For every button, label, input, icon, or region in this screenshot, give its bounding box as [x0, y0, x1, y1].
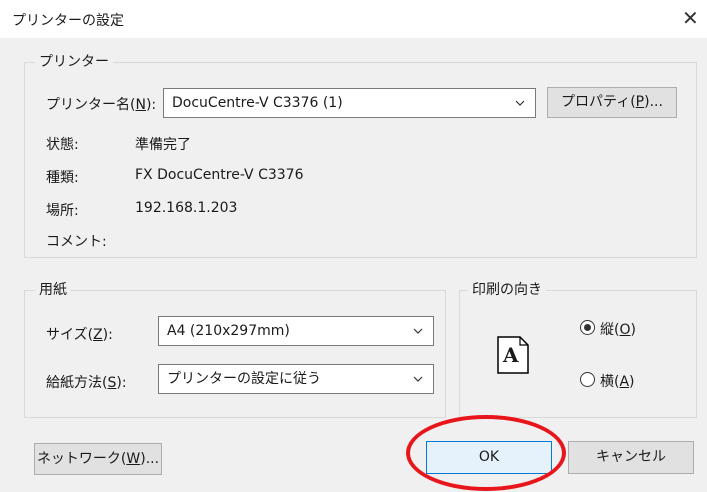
dialog-title: プリンターの設定	[12, 13, 124, 29]
radio-selected-dot	[584, 324, 591, 331]
landscape-radio[interactable]	[580, 372, 595, 387]
status-label: 状態:	[46, 137, 79, 153]
portrait-label[interactable]: 縦(O)	[600, 319, 636, 339]
paper-size-combo[interactable]: A4 (210x297mm)	[158, 316, 434, 346]
type-label: 種類:	[46, 170, 79, 186]
printer-name-label: プリンター名(N):	[46, 97, 157, 113]
chevron-down-icon	[413, 328, 423, 334]
paper-source-value: プリンターの設定に従う	[167, 371, 321, 387]
chevron-down-icon	[413, 376, 423, 382]
chevron-down-icon	[515, 100, 525, 106]
page-orientation-icon: A	[497, 336, 529, 374]
paper-group	[24, 290, 446, 418]
properties-button[interactable]: プロパティ(P)...	[547, 87, 677, 118]
page-glyph: A	[503, 343, 519, 367]
printer-name-value: DocuCentre-V C3376 (1)	[172, 95, 343, 111]
close-icon[interactable]: ✕	[682, 6, 699, 30]
location-label: 場所:	[46, 203, 79, 219]
printer-name-combo[interactable]: DocuCentre-V C3376 (1)	[163, 88, 536, 118]
title-bar: プリンターの設定 ✕	[0, 0, 707, 38]
ok-button[interactable]: OK	[426, 441, 552, 474]
cancel-button[interactable]: キャンセル	[568, 441, 694, 474]
paper-source-combo[interactable]: プリンターの設定に従う	[158, 364, 434, 394]
type-value: FX DocuCentre-V C3376	[135, 167, 304, 183]
printer-group-legend: プリンター	[35, 51, 113, 71]
location-value: 192.168.1.203	[135, 200, 238, 216]
orientation-group-legend: 印刷の向き	[468, 279, 546, 299]
paper-source-label: 給紙方法(S):	[46, 375, 127, 391]
portrait-radio[interactable]	[580, 320, 595, 335]
landscape-label[interactable]: 横(A)	[600, 371, 635, 391]
orientation-group	[459, 290, 697, 418]
paper-size-value: A4 (210x297mm)	[167, 323, 290, 339]
size-label: サイズ(Z):	[46, 327, 113, 343]
paper-group-legend: 用紙	[35, 279, 71, 299]
network-button[interactable]: ネットワーク(W)...	[34, 443, 162, 475]
status-value: 準備完了	[135, 137, 191, 153]
comment-label: コメント:	[46, 234, 107, 250]
